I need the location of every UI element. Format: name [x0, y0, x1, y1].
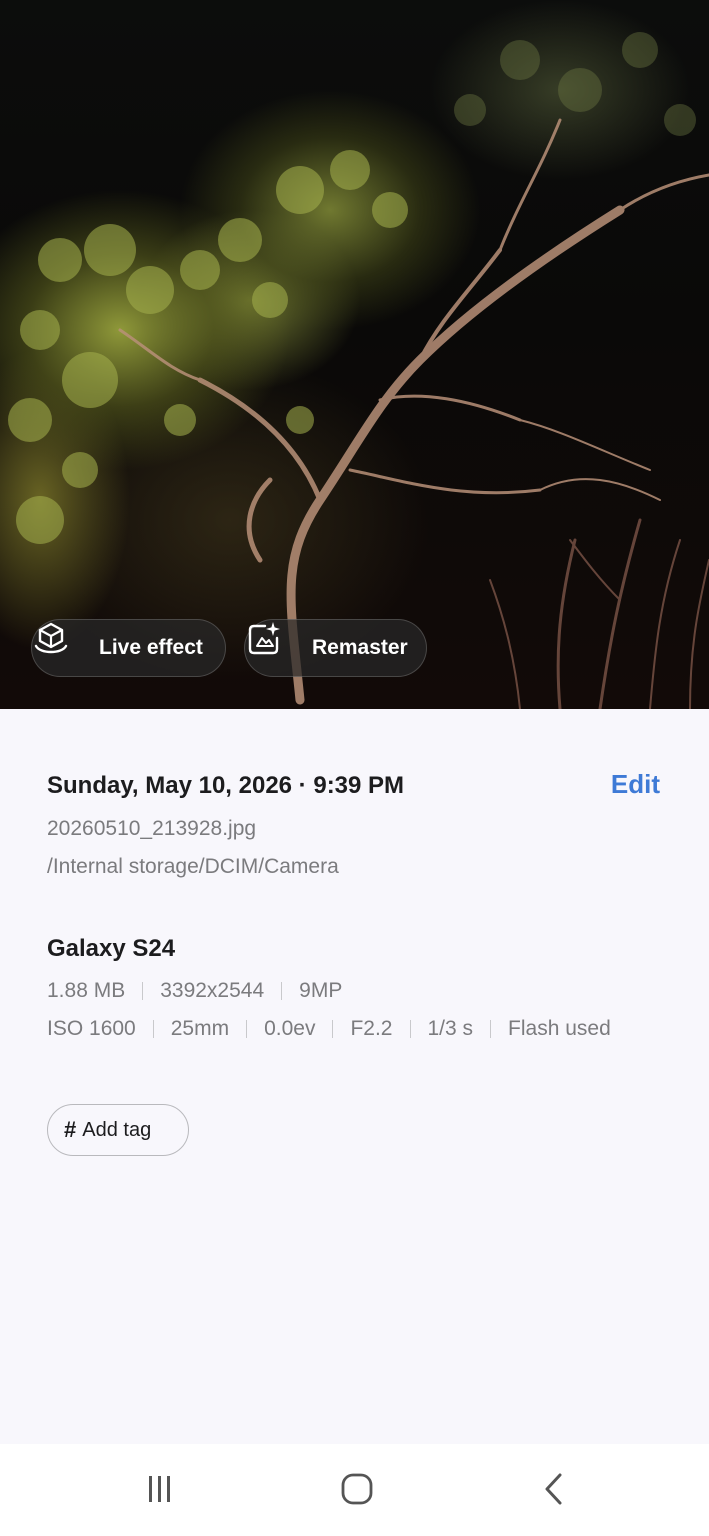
divider: [246, 1020, 248, 1038]
filename-text: 20260510_213928.jpg: [47, 817, 257, 840]
iso-text: ISO 1600: [47, 1017, 136, 1040]
live-effect-button[interactable]: Live effect: [31, 619, 226, 677]
file-path-text: /Internal storage/DCIM/Camera: [47, 855, 339, 878]
aperture-text: F2.2: [350, 1017, 393, 1040]
divider: [152, 1020, 154, 1038]
resolution-text: 3392x2544: [160, 979, 265, 1002]
focal-length-text: 25mm: [170, 1017, 230, 1040]
file-size-text: 1.88 MB: [47, 979, 126, 1002]
divider: [490, 1020, 492, 1038]
divider: [332, 1020, 334, 1038]
recents-icon: [142, 1472, 176, 1511]
device-name-text: Galaxy S24: [47, 935, 176, 962]
flash-text: Flash used: [508, 1017, 611, 1040]
megapixels-text: 9MP: [299, 979, 343, 1002]
divider: [142, 982, 144, 1000]
tree-branches-graphic: [8, 32, 709, 709]
divider: [409, 1020, 411, 1038]
photo-details-screen: Live effect Remaster Sunday, May 10, 202…: [0, 0, 709, 1536]
back-icon: [538, 1472, 572, 1511]
edit-button[interactable]: Edit: [611, 769, 660, 800]
live-effect-label: Live effect: [99, 636, 203, 659]
exposure-value-text: 0.0ev: [264, 1017, 316, 1040]
photo-preview[interactable]: Live effect Remaster: [0, 0, 709, 709]
date-time-text: Sunday, May 10, 2026 · 9:39 PM: [47, 772, 405, 799]
hashtag-icon: #: [64, 1117, 77, 1142]
remaster-label: Remaster: [312, 636, 408, 659]
add-tag-button[interactable]: # Add tag: [47, 1104, 189, 1156]
cube-hand-icon: [34, 622, 90, 667]
file-specs-row: 1.88 MB 3392x2544 9MP: [47, 979, 342, 1003]
recents-button[interactable]: [134, 1466, 184, 1516]
add-tag-label: Add tag: [82, 1118, 152, 1141]
home-icon: [339, 1471, 375, 1512]
shutter-speed-text: 1/3 s: [427, 1017, 474, 1040]
home-button[interactable]: [332, 1466, 382, 1516]
camera-specs-row: ISO 1600 25mm 0.0ev F2.2 1/3 s Flash use…: [47, 1017, 611, 1041]
sparkle-frame-icon: [248, 622, 303, 667]
divider: [281, 982, 283, 1000]
remaster-button[interactable]: Remaster: [244, 619, 427, 677]
back-button[interactable]: [530, 1466, 580, 1516]
